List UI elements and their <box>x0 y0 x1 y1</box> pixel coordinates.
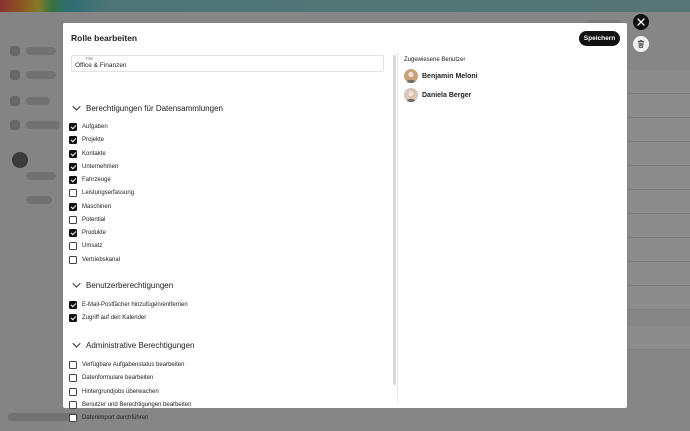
permission-checkbox[interactable] <box>69 136 77 145</box>
permission-row[interactable]: Produkte <box>69 228 106 238</box>
permission-row[interactable]: Datenformulare bearbeiten <box>69 373 153 383</box>
permission-row[interactable]: Vertriebskanal <box>69 255 120 265</box>
permission-row[interactable]: Potential <box>69 215 105 225</box>
chevron-down-icon <box>72 282 81 288</box>
close-icon <box>637 18 645 26</box>
permission-row[interactable]: Kontakte <box>69 149 106 159</box>
column-divider <box>397 53 398 403</box>
permission-checkbox[interactable] <box>69 301 77 309</box>
permission-checkbox[interactable] <box>69 202 77 211</box>
assigned-user[interactable]: Daniela Berger <box>404 87 471 103</box>
permission-label: Maschinen <box>82 203 112 210</box>
delete-button[interactable] <box>633 36 649 52</box>
trash-icon <box>637 40 645 48</box>
permission-row[interactable]: Verfügbare Aufgabenstatus bearbeiten <box>69 360 184 370</box>
edit-role-dialog: Rolle bearbeiten Speichern Titel Office … <box>63 23 627 422</box>
permission-row[interactable]: Projekte <box>69 135 104 145</box>
permission-label: Hintergrundjobs überwachen <box>82 388 159 395</box>
section-title: Administrative Berechtigungen <box>86 340 195 350</box>
permission-label: Umsatz <box>82 243 103 250</box>
user-avatar-icon <box>404 69 418 83</box>
user-avatar-icon <box>404 88 418 102</box>
save-button[interactable]: Speichern <box>579 31 620 46</box>
permission-checkbox[interactable] <box>69 215 77 224</box>
permission-label: Projekte <box>82 137 105 144</box>
permission-label: Leistungserfassung <box>82 190 135 197</box>
close-button[interactable] <box>633 14 649 30</box>
user-name: Daniela Berger <box>422 91 472 99</box>
permission-checkbox[interactable] <box>69 414 77 422</box>
permission-row[interactable]: Leistungserfassung <box>69 188 134 198</box>
permission-checkbox[interactable] <box>69 162 77 171</box>
permission-label: Datenformulare bearbeiten <box>82 375 154 382</box>
section-header[interactable]: Berechtigungen für Datensammlungen <box>71 102 223 114</box>
permission-checkbox[interactable] <box>69 176 77 184</box>
section-title: Berechtigungen für Datensammlungen <box>86 103 223 113</box>
assigned-users-title: Zugewiesene Benutzer <box>404 57 466 63</box>
chevron-down-icon <box>72 342 81 348</box>
permission-row[interactable]: Datenimport durchführen <box>69 413 148 423</box>
permission-checkbox[interactable] <box>69 149 77 158</box>
permission-row[interactable]: Aufgaben <box>69 122 108 132</box>
scrollbar[interactable] <box>393 55 396 385</box>
permission-checkbox[interactable] <box>69 387 77 396</box>
role-title-field[interactable]: Titel Office & Finanzen <box>71 55 384 72</box>
permission-row[interactable]: E-Mail-Postfächer hinzufügen/entfernen <box>69 300 188 310</box>
chevron-down-icon <box>72 105 81 111</box>
permission-label: Benutzer und Berechtigungen bearbeiten <box>82 401 192 408</box>
permission-checkbox[interactable] <box>69 123 77 131</box>
permission-checkbox[interactable] <box>69 361 77 369</box>
permission-row[interactable]: Zugriff auf den Kalender <box>69 313 146 323</box>
permission-label: Produkte <box>82 230 107 236</box>
assigned-user[interactable]: Benjamin Meloni <box>404 68 478 84</box>
permission-checkbox[interactable] <box>69 229 77 237</box>
permission-label: Fahrzeuge <box>82 177 111 183</box>
permission-checkbox[interactable] <box>69 374 77 383</box>
permission-label: Aufgaben <box>82 124 108 130</box>
user-name: Benjamin Meloni <box>422 72 478 80</box>
role-title-label: Titel <box>85 56 94 61</box>
permission-row[interactable]: Hintergrundjobs überwachen <box>69 387 159 397</box>
permission-label: Datenimport durchführen <box>82 415 149 421</box>
permission-row[interactable]: Fahrzeuge <box>69 175 111 185</box>
permission-checkbox[interactable] <box>69 314 77 323</box>
permission-checkbox[interactable] <box>69 242 77 251</box>
permission-row[interactable]: Benutzer und Berechtigungen bearbeiten <box>69 400 191 410</box>
permissions-panel: Titel Office & Finanzen Berechtigungen f… <box>63 53 397 422</box>
section-header[interactable]: Benutzerberechtigungen <box>71 279 173 291</box>
permission-label: Unternehmen <box>82 163 119 170</box>
permission-label: Vertriebskanal <box>82 256 121 263</box>
permission-checkbox[interactable] <box>69 400 77 409</box>
role-title-value[interactable]: Office & Finanzen <box>75 62 127 69</box>
permission-label: Potential <box>82 216 106 223</box>
permission-checkbox[interactable] <box>69 255 77 264</box>
permission-label: Verfügbare Aufgabenstatus bearbeiten <box>82 362 185 368</box>
dialog-title: Rolle bearbeiten <box>71 33 138 43</box>
permission-label: Kontakte <box>82 150 106 157</box>
permission-row[interactable]: Unternehmen <box>69 162 118 172</box>
permission-row[interactable]: Umsatz <box>69 241 102 251</box>
permission-checkbox[interactable] <box>69 189 77 198</box>
permission-row[interactable]: Maschinen <box>69 202 111 212</box>
section-title: Benutzerberechtigungen <box>86 280 174 290</box>
permission-label: Zugriff auf den Kalender <box>82 315 147 322</box>
permission-label: E-Mail-Postfächer hinzufügen/entfernen <box>82 302 188 308</box>
section-header[interactable]: Administrative Berechtigungen <box>71 339 195 351</box>
